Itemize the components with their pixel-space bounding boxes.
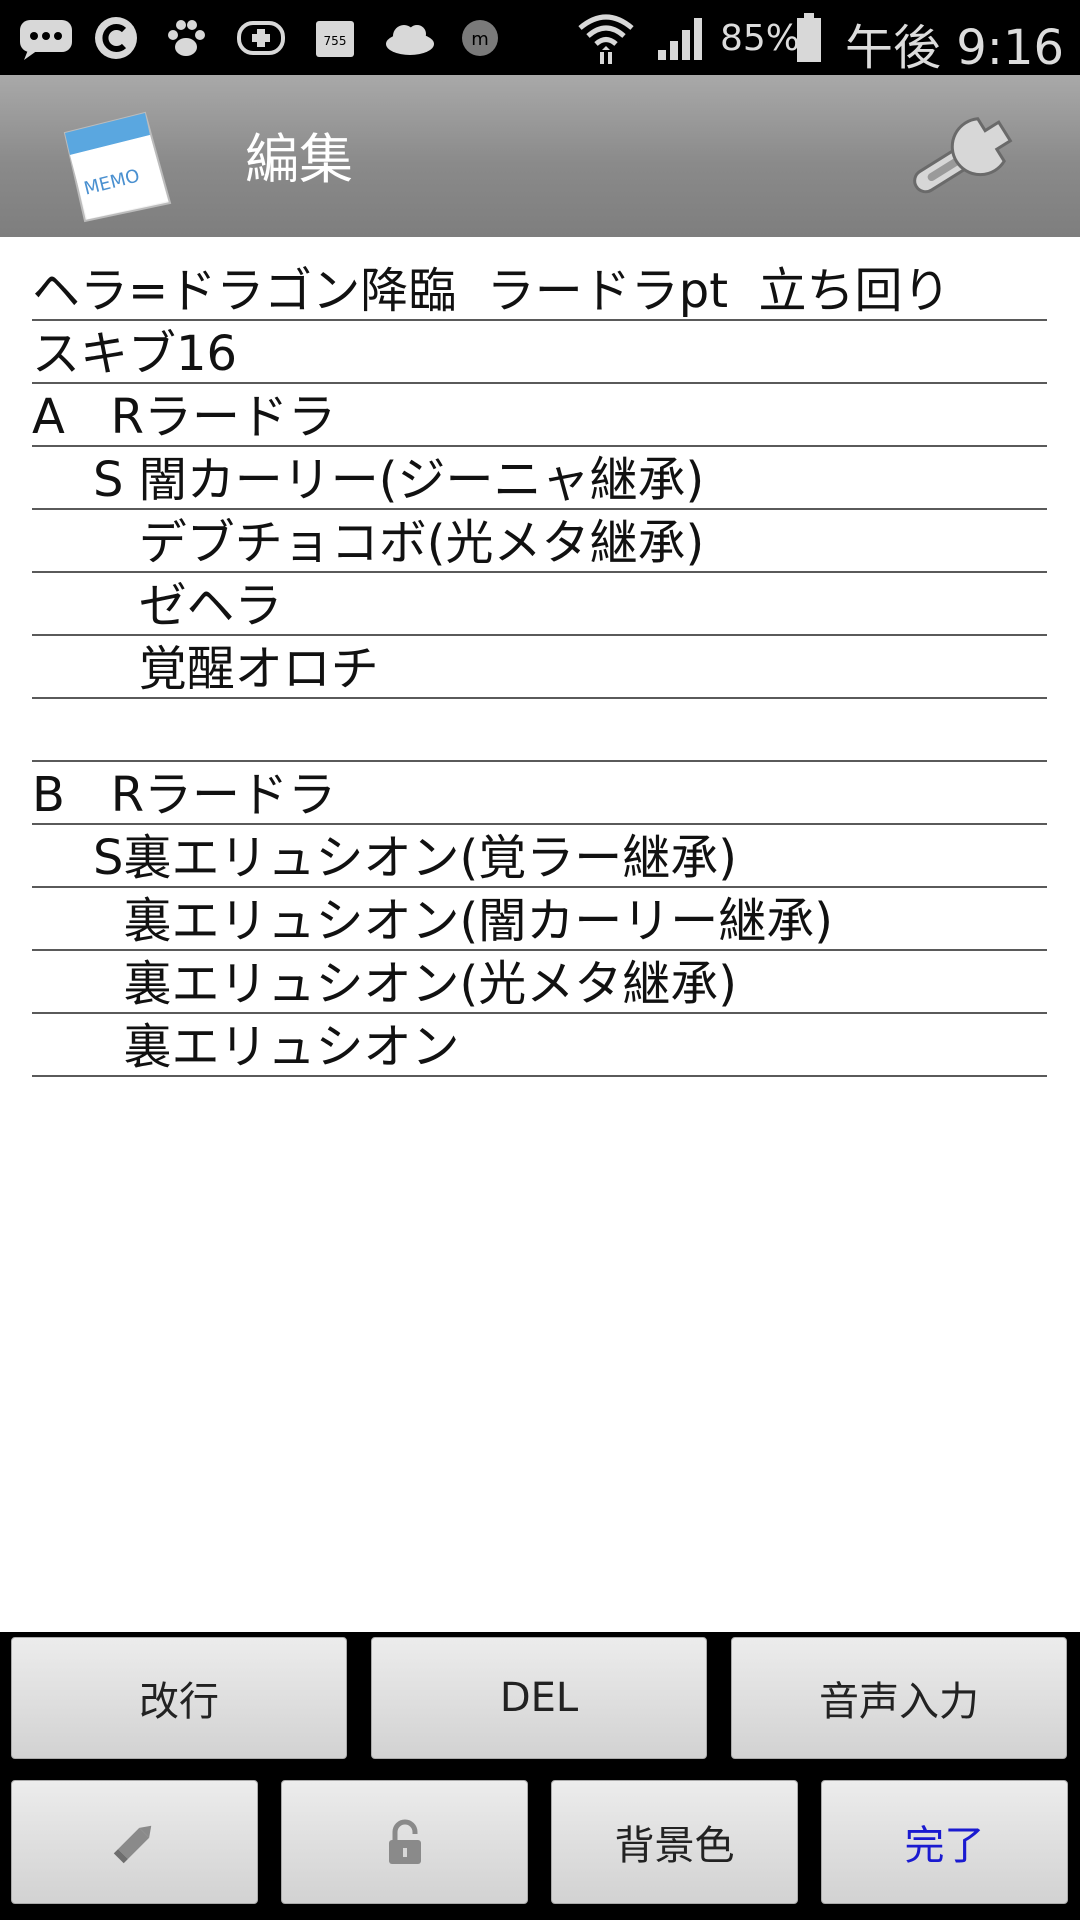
memo-line[interactable]: ゼヘラ: [32, 571, 1047, 636]
chat-icon: [18, 13, 74, 63]
game-icon: [236, 13, 286, 63]
battery-percent: 85%: [720, 18, 801, 59]
memo-line[interactable]: 裏エリュシオン: [32, 1012, 1047, 1077]
memo-line[interactable]: 裏エリュシオン(闇カーリー継承): [32, 886, 1047, 951]
app-icon: 755: [312, 13, 358, 63]
done-button[interactable]: 完了: [821, 1780, 1068, 1904]
delete-button[interactable]: DEL: [371, 1637, 707, 1759]
memo-line[interactable]: スキブ16: [32, 319, 1047, 384]
pencil-button[interactable]: [11, 1780, 258, 1904]
memo-line[interactable]: 覚醒オロチ: [32, 634, 1047, 699]
newline-button[interactable]: 改行: [11, 1637, 347, 1759]
memo-line[interactable]: [32, 697, 1047, 762]
battery-icon: [794, 13, 824, 63]
memo-app-icon[interactable]: MEMO: [50, 93, 180, 223]
svg-text:755: 755: [324, 34, 347, 48]
cloud-icon: [382, 13, 438, 63]
svg-text:m: m: [471, 29, 489, 50]
voice-input-button[interactable]: 音声入力: [731, 1637, 1067, 1759]
action-bar: MEMO 編集: [0, 75, 1080, 237]
status-time: 午後 9:16: [845, 20, 1065, 76]
background-color-button[interactable]: 背景色: [551, 1780, 798, 1904]
memo-line[interactable]: S 闇カーリー(ジーニャ継承): [32, 445, 1047, 510]
messenger-icon: m: [458, 13, 502, 63]
settings-button[interactable]: [895, 95, 1035, 215]
button-panel: 改行 DEL 音声入力 背景色 完了: [0, 1632, 1080, 1920]
lock-icon: [388, 1819, 421, 1864]
memo-line[interactable]: A Rラードラ: [32, 382, 1047, 447]
paw-icon: [162, 13, 210, 63]
memo-line[interactable]: B Rラードラ: [32, 760, 1047, 825]
wifi-icon: [576, 13, 636, 64]
memo-line[interactable]: ヘラ=ドラゴン降臨 ラードラpt 立ち回り: [32, 256, 1047, 321]
status-bar: 755 m 85% 午後 9:16: [0, 0, 1080, 76]
page-title: 編集: [245, 128, 353, 191]
memo-line[interactable]: デブチョコボ(光メタ継承): [32, 508, 1047, 573]
signal-icon: [654, 13, 706, 63]
memo-line[interactable]: 裏エリュシオン(光メタ継承): [32, 949, 1047, 1014]
c-icon: [92, 13, 140, 63]
memo-line[interactable]: S裏エリュシオン(覚ラー継承): [32, 823, 1047, 888]
lock-button[interactable]: [281, 1780, 528, 1904]
pencil-icon: [113, 1825, 151, 1864]
wrench-icon: [913, 117, 1013, 194]
